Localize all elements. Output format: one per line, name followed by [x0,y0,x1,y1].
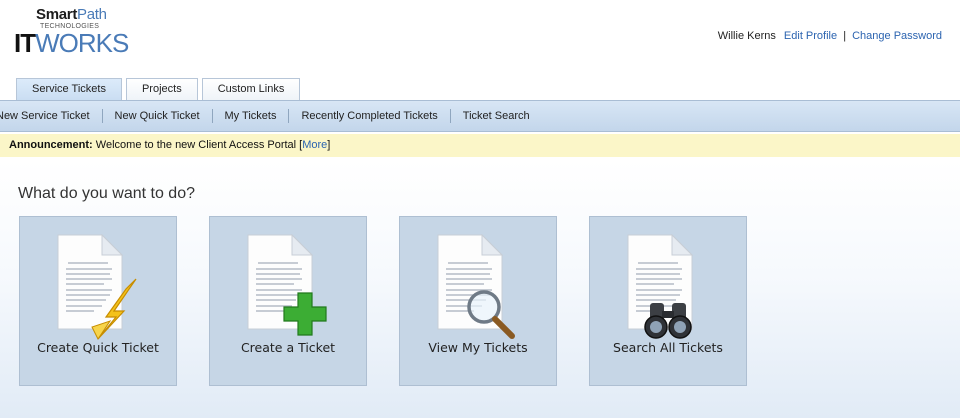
card-label: View My Tickets [428,340,528,355]
search-all-tickets-card[interactable]: Search All Tickets [589,216,747,386]
create-ticket-card[interactable]: Create a Ticket [209,216,367,386]
announcement-text: Welcome to the new Client Access Portal … [92,139,303,151]
smartpath-itworks-logo[interactable]: SmartPath TECHNOLOGIES ITWORKS [14,6,129,62]
header: SmartPath TECHNOLOGIES ITWORKS Willie Ke… [0,0,960,74]
tab-service-tickets[interactable]: Service Tickets [16,78,122,101]
document-lightning-icon [57,233,137,340]
announcement-close-bracket: ] [327,139,331,151]
subnav-new-quick-ticket[interactable]: New Quick Ticket [103,109,213,123]
subnav-ticket-search[interactable]: Ticket Search [451,109,542,123]
card-label: Create a Ticket [240,340,336,355]
tab-projects[interactable]: Projects [125,78,198,101]
main-tabs: Service Tickets Projects Custom Links [16,78,304,101]
document-plus-icon [247,233,327,336]
subnav-new-service-ticket[interactable]: New Service Ticket [0,109,103,123]
user-bar: Willie Kerns Edit Profile | Change Passw… [718,30,942,42]
announcement-more-link[interactable]: More [302,139,327,151]
logo-itworks: ITWORKS [14,28,129,58]
edit-profile-link[interactable]: Edit Profile [784,30,837,42]
logo-smartpath: SmartPath [36,6,107,23]
user-bar-separator: | [843,30,847,42]
subnav-bar: New Service Ticket New Quick Ticket My T… [0,100,960,132]
subnav-my-tickets[interactable]: My Tickets [213,109,290,123]
change-password-link[interactable]: Change Password [852,30,942,42]
card-label: Create Quick Ticket [37,340,159,355]
page-heading: What do you want to do? [18,185,195,202]
subnav-recently-completed-tickets[interactable]: Recently Completed Tickets [289,109,451,123]
user-name: Willie Kerns [717,30,776,42]
main-content: What do you want to do? Create Quick Tic… [0,160,960,418]
create-quick-ticket-card[interactable]: Create Quick Ticket [19,216,177,386]
document-binoculars-icon [627,233,694,339]
view-my-tickets-card[interactable]: View My Tickets [399,216,557,386]
announcement-bar: Announcement: Welcome to the new Client … [0,134,960,157]
announcement-label: Announcement: [9,139,93,151]
document-magnifier-icon [437,233,515,339]
card-label: Search All Tickets [613,340,723,355]
tab-custom-links[interactable]: Custom Links [201,78,301,101]
